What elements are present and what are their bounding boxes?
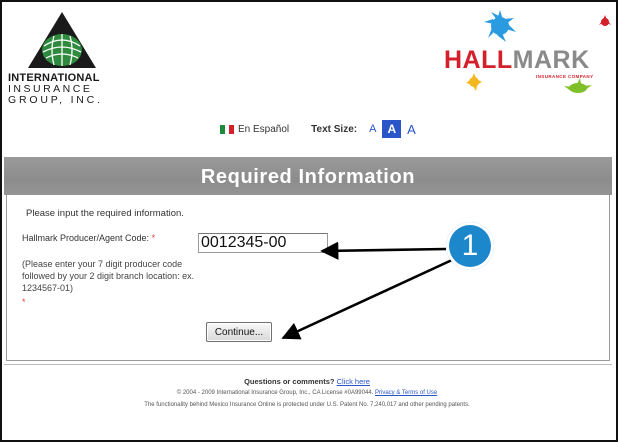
hallmark-wordmark: HALLMARK — [444, 46, 590, 75]
agent-code-label: Hallmark Producer/Agent Code: * — [22, 233, 155, 243]
step-number-badge: 1 — [446, 222, 494, 270]
text-size-small-button[interactable]: A — [369, 123, 376, 135]
hallmark-word-red: HALL — [444, 46, 513, 74]
text-size-medium-button[interactable]: A — [382, 120, 402, 138]
section-title: Required Information — [4, 157, 612, 195]
footer-copyright: © 2004 - 2009 International Insurance Gr… — [0, 390, 614, 396]
click-here-link[interactable]: Click here — [337, 377, 370, 386]
hallmark-subtitle: INSURANCE COMPANY — [536, 74, 594, 79]
copyright-text: © 2004 - 2009 International Insurance Gr… — [176, 390, 374, 396]
footer-divider — [4, 364, 612, 365]
privacy-terms-link[interactable]: Privacy & Terms of Use — [375, 390, 437, 396]
required-marker: * — [151, 233, 156, 243]
hint-required-marker: * — [22, 297, 26, 307]
text-size-large-button[interactable]: A — [407, 122, 416, 137]
globe-icon — [28, 12, 96, 68]
iig-logo: INTERNATIONAL INSURANCE GROUP, INC. — [8, 10, 116, 110]
language-bar: En Español Text Size: A A A — [220, 118, 422, 140]
continue-button[interactable]: Continue... — [206, 322, 272, 342]
hallmark-logo: HALLMARK INSURANCE COMPANY — [440, 8, 612, 100]
hallmark-word-grey: MARK — [512, 46, 590, 74]
agent-code-hint: (Please enter your 7 digit producer code… — [22, 259, 195, 293]
mexico-flag-icon — [220, 124, 235, 134]
agent-code-input[interactable] — [198, 233, 328, 253]
footer-questions: Questions or comments? Click here — [0, 377, 614, 386]
agent-code-label-text: Hallmark Producer/Agent Code: — [22, 233, 150, 243]
iig-logo-line3: GROUP, INC. — [8, 94, 103, 106]
form-intro-text: Please input the required information. — [26, 208, 184, 219]
text-size-label: Text Size: — [311, 123, 358, 135]
questions-text: Questions or comments? — [244, 377, 335, 386]
spanish-link[interactable]: En Español — [238, 124, 289, 135]
footer-patent-text: The functionality behind Mexico Insuranc… — [144, 402, 470, 408]
